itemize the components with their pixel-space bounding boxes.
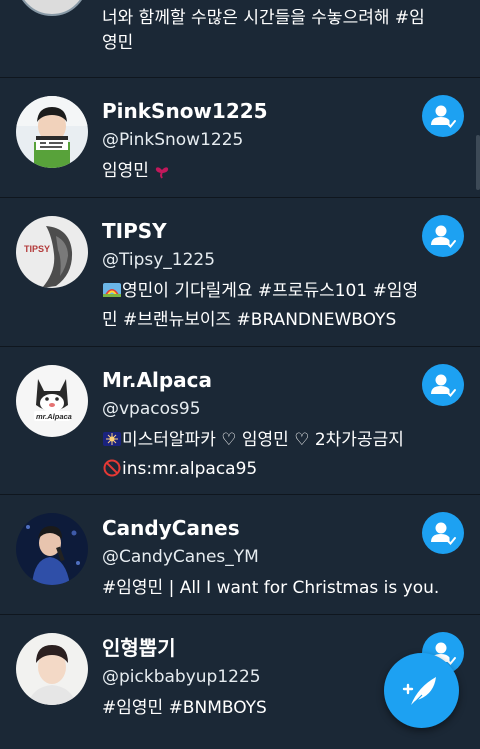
- avatar-label: TIPSY: [24, 244, 50, 254]
- follow-person-icon: [431, 225, 456, 248]
- prohibited-emoji-icon: [103, 459, 121, 477]
- user-row[interactable]: TIPSY TIPSY @Tipsy_1225 영민이 기다릴게요 #프로듀스1…: [0, 198, 480, 347]
- avatar[interactable]: [16, 633, 88, 705]
- avatar[interactable]: mr.Alpaca: [16, 365, 88, 437]
- follow-person-icon: [431, 522, 456, 545]
- user-bio: 너와 함께할 수많은 시간들을 수놓으려해 #임 영민: [102, 6, 464, 56]
- follow-person-icon: [431, 105, 456, 128]
- follow-button[interactable]: [422, 215, 464, 257]
- bio-line: 너와 함께할 수많은 시간들을 수놓으려해 #임: [102, 8, 425, 28]
- bio-text: 영민이 기다릴게요 #프로듀스101 #임영: [122, 281, 419, 301]
- user-handle: @PinkSnow1225: [102, 130, 244, 150]
- avatar[interactable]: [16, 0, 88, 16]
- display-name: CandyCanes: [102, 516, 240, 540]
- follow-button[interactable]: [422, 364, 464, 406]
- bio-text: 미스터알파카 ♡ 임영민 ♡ 2차가공금지: [122, 430, 404, 450]
- display-name: PinkSnow1225: [102, 99, 268, 123]
- heart-emoji-icon: [156, 167, 169, 179]
- night-sky-emoji-icon: [103, 432, 121, 446]
- avatar[interactable]: [16, 96, 88, 168]
- user-handle: @Tipsy_1225: [102, 250, 216, 270]
- bio-line: 민 #브랜뉴보이즈 #BRANDNEWBOYS: [102, 310, 397, 330]
- bio-line: 미스터알파카 ♡ 임영민 ♡ 2차가공금지: [102, 426, 462, 455]
- user-handle: @CandyCanes_YM: [102, 547, 259, 567]
- user-row[interactable]: CandyCanes @CandyCanes_YM #임영민 | All I w…: [0, 495, 480, 615]
- compose-tweet-icon: [402, 677, 436, 707]
- scrollbar[interactable]: [476, 135, 480, 190]
- follow-button[interactable]: [422, 512, 464, 554]
- follow-list-screen: 너와 함께할 수많은 시간들을 수놓으려해 #임 영민 PinkSnow1225…: [0, 0, 480, 749]
- bio-line: #임영민 | All I want for Christmas is you.: [102, 578, 440, 598]
- display-name: Mr.Alpaca: [102, 368, 213, 392]
- user-bio: 임영민: [102, 157, 462, 186]
- user-row-partial[interactable]: 너와 함께할 수많은 시간들을 수놓으려해 #임 영민: [0, 0, 480, 78]
- avatar[interactable]: [16, 513, 88, 585]
- follow-button[interactable]: [422, 95, 464, 137]
- user-bio: #임영민 | All I want for Christmas is you.: [102, 574, 472, 603]
- follow-person-icon: [431, 374, 456, 397]
- bio-text: ins:mr.alpaca95: [122, 459, 258, 479]
- user-row[interactable]: mr.Alpaca Mr.Alpaca @vpacos95 미스터알파카 ♡ 임…: [0, 347, 480, 495]
- display-name: 인형뽑기: [102, 636, 176, 660]
- user-bio: 영민이 기다릴게요 #프로듀스101 #임영 민 #브랜뉴보이즈 #BRANDN…: [102, 277, 462, 335]
- user-bio: 미스터알파카 ♡ 임영민 ♡ 2차가공금지 ins:mr.alpaca95: [102, 426, 462, 484]
- bio-text: 임영민: [102, 161, 149, 181]
- user-row[interactable]: PinkSnow1225 @PinkSnow1225 임영민: [0, 78, 480, 198]
- display-name: TIPSY: [102, 219, 167, 243]
- bio-line: 영민이 기다릴게요 #프로듀스101 #임영: [102, 277, 462, 306]
- user-handle: @pickbabyup1225: [102, 667, 261, 687]
- bio-line: 영민: [102, 33, 134, 53]
- bio-line: ins:mr.alpaca95: [102, 455, 462, 484]
- compose-tweet-button[interactable]: [384, 653, 459, 728]
- rainbow-picture-emoji-icon: [103, 283, 121, 297]
- user-handle: @vpacos95: [102, 399, 201, 419]
- avatar[interactable]: TIPSY: [16, 216, 88, 288]
- avatar-label: mr.Alpaca: [36, 412, 72, 421]
